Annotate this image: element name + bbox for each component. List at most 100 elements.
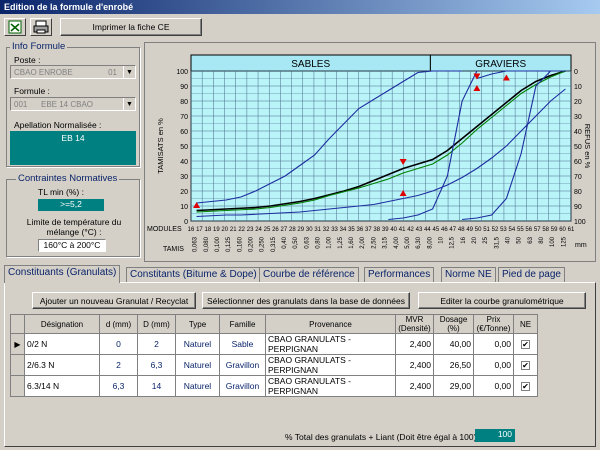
cell-d-min[interactable]: 0 (99, 333, 138, 355)
table-row[interactable]: ▶ 0/2 N 0 2 Naturel Sable CBAO GRANULATS… (10, 333, 538, 355)
y-tick-tamisat: 10 (180, 204, 188, 211)
row-indicator (10, 375, 25, 397)
tab-courbe-reference[interactable]: Courbe de référence (259, 267, 359, 282)
ne-checkbox[interactable]: ✔ (521, 361, 530, 370)
table-row[interactable]: 6.3/14 N 6,3 14 Naturel Gravillon CBAO G… (10, 375, 538, 397)
cell-type[interactable]: Naturel (175, 333, 220, 355)
cell-famille[interactable]: Sable (219, 333, 266, 355)
cell-provenance[interactable]: CBAO GRANULATS - PERPIGNAN (265, 354, 396, 376)
cell-designation[interactable]: 6.3/14 N (24, 375, 100, 397)
y-tick-refus: 40 (574, 129, 582, 136)
module-tick: 23 (247, 227, 254, 233)
module-tick: 44 (424, 227, 431, 233)
module-tick: 52 (492, 227, 499, 233)
tab-constituants-granulats[interactable]: Constituants (Granulats) (4, 265, 121, 283)
chevron-down-icon[interactable]: ▼ (123, 98, 135, 110)
tamis-tick: 0,125 (226, 236, 232, 252)
tamis-tick: 0,63 (304, 236, 310, 248)
col-d-min[interactable]: d (mm) (99, 314, 138, 334)
y-tick-refus: 70 (574, 174, 582, 181)
cell-ne[interactable]: ✔ (513, 354, 538, 376)
formule-label: Formule : (14, 86, 50, 96)
module-tick: 49 (466, 227, 473, 233)
cell-type[interactable]: Naturel (175, 354, 220, 376)
cell-mvr[interactable]: 2,400 (395, 375, 434, 397)
y-tick-refus: 0 (574, 69, 578, 76)
tamis-tick: 0,250 (260, 236, 266, 252)
tamis-tick: 1,25 (338, 236, 344, 248)
ne-checkbox[interactable]: ✔ (521, 340, 530, 349)
cell-prix[interactable]: 0,00 (473, 333, 514, 355)
col-d-max[interactable]: D (mm) (137, 314, 176, 334)
cell-ne[interactable]: ✔ (513, 375, 538, 397)
tab-pied-de-page[interactable]: Pied de page (498, 267, 565, 282)
module-tick: 38 (373, 227, 380, 233)
col-prix[interactable]: Prix (€/Tonne) (473, 314, 514, 334)
poste-select[interactable]: CBAO ENROBE 01 ▼ (10, 65, 136, 79)
module-tick: 54 (509, 227, 516, 233)
cell-type[interactable]: Naturel (175, 375, 220, 397)
cell-prix[interactable]: 0,00 (473, 354, 514, 376)
module-tick: 28 (289, 227, 296, 233)
formule-select[interactable]: 001 EBE 14 CBAO ▼ (10, 97, 136, 111)
y-tick-refus: 50 (574, 144, 582, 151)
tab-norme-ne[interactable]: Norme NE (441, 267, 496, 282)
tab-bitume-dope[interactable]: Constitants (Bitume & Dope) (126, 267, 261, 282)
module-tick: 55 (517, 227, 524, 233)
formule-code: 001 (14, 100, 28, 109)
cell-mvr[interactable]: 2,400 (395, 333, 434, 355)
cell-ne[interactable]: ✔ (513, 333, 538, 355)
edit-curve-button[interactable]: Editer la courbe granulométrique (418, 292, 586, 309)
poste-label: Poste : (14, 55, 41, 65)
cell-famille[interactable]: Gravillon (219, 354, 266, 376)
cell-prix[interactable]: 0,00 (473, 375, 514, 397)
col-famille[interactable]: Famille (219, 314, 266, 334)
y-tick-tamisat: 40 (180, 159, 188, 166)
module-tick: 42 (407, 227, 414, 233)
tamis-tick: 8,00 (427, 236, 433, 248)
ne-checkbox[interactable]: ✔ (521, 382, 530, 391)
module-tick: 43 (416, 227, 423, 233)
col-type[interactable]: Type (175, 314, 220, 334)
add-granulat-button[interactable]: Ajouter un nouveau Granulat / Recyclat (32, 292, 196, 309)
temp-limit-input[interactable]: 160°C à 200°C (38, 239, 106, 252)
cell-designation[interactable]: 0/2 N (24, 333, 100, 355)
cell-provenance[interactable]: CBAO GRANULATS - PERPIGNAN (265, 375, 396, 397)
tamis-tick: 25 (483, 236, 489, 243)
select-from-db-button[interactable]: Sélectionner des granulats dans la base … (202, 292, 410, 309)
table-row[interactable]: 2/6.3 N 2 6,3 Naturel Gravillon CBAO GRA… (10, 354, 538, 376)
cell-d-min[interactable]: 2 (99, 354, 138, 376)
cell-provenance[interactable]: CBAO GRANULATS - PERPIGNAN (265, 333, 396, 355)
module-tick: 24 (255, 227, 262, 233)
tamis-tick: 100 (550, 236, 556, 247)
cell-d-max[interactable]: 6,3 (137, 354, 176, 376)
print-ce-sheet-button[interactable]: Imprimer la fiche CE (60, 18, 202, 36)
print-button[interactable] (30, 18, 52, 36)
module-tick: 29 (297, 227, 304, 233)
chevron-down-icon[interactable]: ▼ (123, 66, 135, 78)
col-designation[interactable]: Désignation (24, 314, 100, 334)
cell-dosage[interactable]: 29,00 (433, 375, 474, 397)
col-ne[interactable]: NE (513, 314, 538, 334)
tamis-tick: 0,080 (204, 236, 210, 252)
y-tick-refus: 20 (574, 99, 582, 106)
tamis-tick: 0,100 (215, 236, 221, 252)
cell-mvr[interactable]: 2,400 (395, 354, 434, 376)
col-mvr[interactable]: MVR (Densité) (395, 314, 434, 334)
tamis-tick: 1,60 (349, 236, 355, 248)
row-indicator-header (10, 314, 25, 334)
export-excel-button[interactable] (4, 18, 26, 36)
cell-d-max[interactable]: 14 (137, 375, 176, 397)
cell-d-max[interactable]: 2 (137, 333, 176, 355)
tl-min-label: TL min (%) : (38, 187, 84, 197)
table-header-row: Désignation d (mm) D (mm) Type Famille P… (10, 314, 538, 334)
col-dosage[interactable]: Dosage (%) (433, 314, 474, 334)
cell-d-min[interactable]: 6,3 (99, 375, 138, 397)
tamis-tick: 12,5 (450, 236, 456, 248)
cell-dosage[interactable]: 26,50 (433, 354, 474, 376)
cell-famille[interactable]: Gravillon (219, 375, 266, 397)
cell-dosage[interactable]: 40,00 (433, 333, 474, 355)
cell-designation[interactable]: 2/6.3 N (24, 354, 100, 376)
tab-performances[interactable]: Performances (364, 267, 435, 282)
col-provenance[interactable]: Provenance (265, 314, 396, 334)
